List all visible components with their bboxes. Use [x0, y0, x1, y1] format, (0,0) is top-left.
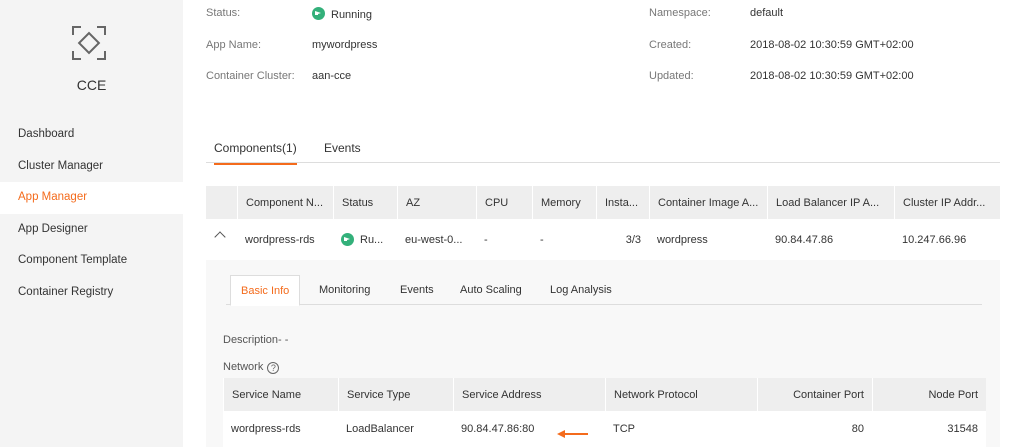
- detail-tab-bar: Basic Info Monitoring Events Auto Scalin…: [226, 275, 982, 306]
- service-table: Service Name Service Type Service Addres…: [223, 378, 986, 447]
- status-text: Running: [331, 9, 372, 21]
- components-table: Component N... Status AZ CPU Memory Inst…: [206, 186, 1000, 261]
- tab-monitoring[interactable]: Monitoring: [319, 275, 370, 305]
- table-row[interactable]: wordpress-rds Ru... eu-west-0... - - 3/3…: [206, 219, 1000, 261]
- col-container-image[interactable]: Container Image A...: [649, 186, 767, 219]
- cell-cpu: -: [484, 233, 488, 246]
- cell-service-name: wordpress-rds: [231, 423, 301, 435]
- service-table-header: Service Name Service Type Service Addres…: [223, 378, 986, 411]
- table-header: Component N... Status AZ CPU Memory Inst…: [206, 186, 1000, 219]
- col-service-address: Service Address: [453, 378, 605, 411]
- sidebar-item-app-manager[interactable]: App Manager: [0, 182, 183, 214]
- cell-node-port: 31548: [947, 423, 978, 435]
- col-node-port: Node Port: [872, 378, 986, 411]
- cell-cluster-ip: 10.247.66.96: [902, 233, 967, 246]
- container-cluster-label: Container Cluster:: [206, 70, 295, 82]
- col-status[interactable]: Status: [333, 186, 397, 219]
- col-load-balancer-ip[interactable]: Load Balancer IP A...: [767, 186, 894, 219]
- cell-component-name: wordpress-rds: [245, 233, 315, 246]
- sidebar-item-cluster-manager[interactable]: Cluster Manager: [0, 151, 183, 183]
- sidebar-item-container-registry[interactable]: Container Registry: [0, 277, 183, 309]
- collapse-chevron-icon[interactable]: [214, 231, 226, 243]
- cell-memory: -: [540, 233, 544, 246]
- sidebar: CCE Dashboard Cluster Manager App Manage…: [0, 0, 183, 447]
- network-section-title: Network?: [223, 361, 280, 374]
- status-value: Running: [312, 7, 372, 21]
- tab-log-analysis[interactable]: Log Analysis: [550, 275, 612, 305]
- col-container-port: Container Port: [757, 378, 872, 411]
- cell-instances: 3/3: [625, 233, 641, 246]
- help-icon[interactable]: ?: [267, 362, 280, 374]
- running-icon: [312, 7, 325, 20]
- cell-service-address: 90.84.47.86:80: [461, 423, 535, 435]
- tab-events[interactable]: Events: [324, 141, 361, 155]
- cell-load-balancer-ip: 90.84.47.86: [775, 233, 834, 246]
- sidebar-item-dashboard[interactable]: Dashboard: [0, 119, 183, 151]
- product-name: CCE: [76, 77, 107, 93]
- tab-bar: Components(1) Events: [206, 133, 1000, 165]
- tab-auto-scaling[interactable]: Auto Scaling: [460, 275, 522, 305]
- app-name-value: mywordpress: [312, 39, 378, 51]
- cell-status: Ru...: [333, 219, 397, 260]
- table-row: wordpress-rds LoadBalancer 90.84.47.86:8…: [223, 411, 986, 447]
- sidebar-nav: Dashboard Cluster Manager App Manager Ap…: [0, 119, 183, 309]
- col-memory[interactable]: Memory: [532, 186, 596, 219]
- cell-az: eu-west-0...: [405, 233, 463, 246]
- cell-service-type: LoadBalancer: [346, 423, 414, 435]
- arrow-left-icon: [557, 430, 588, 438]
- app-name-label: App Name:: [206, 39, 262, 51]
- col-network-protocol: Network Protocol: [605, 378, 757, 411]
- col-component-name[interactable]: Component N...: [237, 186, 333, 219]
- running-icon: [341, 233, 354, 246]
- cell-status-text: Ru...: [360, 233, 384, 246]
- col-az[interactable]: AZ: [397, 186, 476, 219]
- status-label: Status:: [206, 7, 241, 19]
- col-instances[interactable]: Insta...: [596, 186, 649, 219]
- namespace-value: default: [750, 7, 784, 19]
- network-label: Network: [223, 361, 264, 373]
- created-value: 2018-08-02 10:30:59 GMT+02:00: [750, 39, 914, 51]
- tab-components[interactable]: Components(1): [214, 141, 297, 165]
- namespace-label: Namespace:: [649, 7, 711, 19]
- container-cluster-value: aan-cce: [312, 70, 352, 82]
- col-cpu[interactable]: CPU: [476, 186, 532, 219]
- cell-container-image: wordpress: [657, 233, 708, 246]
- col-cluster-ip[interactable]: Cluster IP Addr...: [894, 186, 1000, 219]
- sidebar-item-component-template[interactable]: Component Template: [0, 245, 183, 277]
- tab-basic-info[interactable]: Basic Info: [230, 275, 301, 306]
- col-service-name: Service Name: [223, 378, 338, 411]
- updated-label: Updated:: [649, 70, 694, 82]
- col-service-type: Service Type: [338, 378, 453, 411]
- description-label: Description- -: [223, 334, 289, 346]
- tab-detail-events[interactable]: Events: [400, 275, 434, 305]
- cell-container-port: 80: [851, 423, 864, 435]
- sidebar-item-app-designer[interactable]: App Designer: [0, 214, 183, 246]
- updated-value: 2018-08-02 10:30:59 GMT+02:00: [750, 70, 914, 82]
- cce-logo-icon: [72, 26, 106, 60]
- created-label: Created:: [649, 39, 692, 51]
- cell-network-protocol: TCP: [613, 423, 635, 435]
